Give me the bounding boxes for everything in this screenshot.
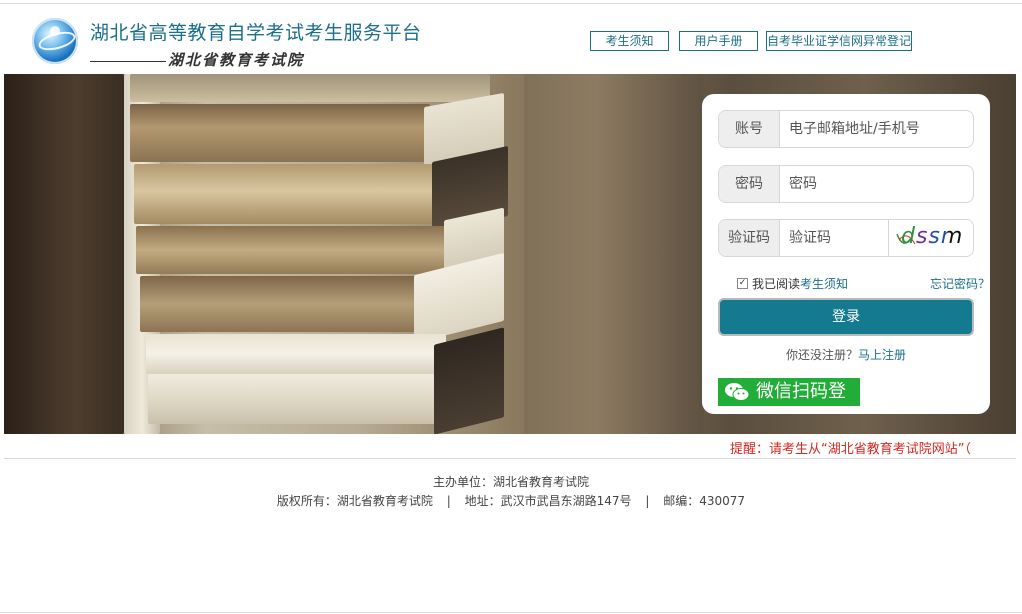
wechat-label: 微信扫码登	[756, 381, 846, 402]
register-row: 你还没注册？马上注册	[702, 346, 990, 363]
password-input[interactable]: 密码	[789, 166, 817, 202]
register-prompt: 你还没注册？	[785, 348, 858, 362]
subtitle-text: 湖北省教育考试院	[168, 51, 305, 69]
account-label: 账号	[719, 111, 780, 147]
footer-separator: |	[645, 494, 650, 508]
login-button[interactable]: 登录	[718, 298, 974, 336]
subtitle-dash	[90, 60, 128, 62]
site-subtitle: 湖北省教育考试院	[90, 49, 304, 70]
wechat-icon	[725, 383, 750, 401]
agree-checkbox[interactable]: ✓	[737, 278, 748, 289]
account-input[interactable]: 电子邮箱地址/手机号	[789, 111, 920, 147]
user-manual-link[interactable]: 用户手册	[679, 31, 758, 51]
footer-host: 主办单位：湖北省教育考试院	[432, 475, 589, 489]
footer-address: 地址：武汉市武昌东湖路147号	[464, 494, 632, 508]
captcha-text: dssm	[901, 224, 964, 249]
hero-banner: 账号 电子邮箱地址/手机号 密码 密码 验证码 验证码 dssm ✓ 我已阅读考生…	[4, 74, 1016, 434]
register-link[interactable]: 马上注册	[858, 348, 906, 362]
footer-separator: |	[446, 494, 451, 508]
footer-info: 版权所有：湖北省教育考试院 | 地址：武汉市武昌东湖路147号 | 邮编：430…	[0, 492, 1022, 509]
captcha-input[interactable]: 验证码	[789, 220, 831, 256]
captcha-label: 验证码	[719, 220, 780, 256]
password-field[interactable]: 密码 密码	[718, 165, 974, 203]
captcha-field[interactable]: 验证码 验证码 dssm	[718, 219, 974, 257]
forgot-password-link[interactable]: 忘记密码？	[930, 275, 990, 292]
agree-link[interactable]: 考生须知	[800, 277, 848, 291]
login-panel: 账号 电子邮箱地址/手机号 密码 密码 验证码 验证码 dssm ✓ 我已阅读考生…	[702, 94, 990, 414]
notice-text: 提醒：请考生从“湖北省教育考试院网站”（	[730, 442, 971, 457]
wechat-login-button[interactable]: 微信扫码登	[718, 378, 860, 406]
agree-checkbox-row[interactable]: ✓ 我已阅读考生须知	[737, 275, 848, 292]
account-field[interactable]: 账号 电子邮箱地址/手机号	[718, 110, 974, 148]
exam-notice-link[interactable]: 考生须知	[590, 31, 669, 51]
agree-prefix: 我已阅读	[752, 277, 801, 291]
logo	[32, 18, 78, 64]
logo-ring	[36, 28, 78, 54]
subtitle-dash	[128, 60, 166, 62]
password-label: 密码	[719, 166, 780, 202]
bottom-divider	[0, 612, 1022, 613]
footer-copyright: 版权所有：湖北省教育考试院	[276, 494, 433, 508]
footer-divider	[4, 458, 1016, 459]
site-title: 湖北省高等教育自学考试考生服务平台	[90, 22, 422, 44]
diploma-anomaly-link[interactable]: 自考毕业证学信网异常登记	[766, 31, 912, 51]
captcha-image[interactable]: dssm	[888, 220, 973, 256]
header: 湖北省高等教育自学考试考生服务平台 湖北省教育考试院 考生须知 用户手册 自考毕…	[0, 4, 1022, 74]
footer-postcode: 邮编：430077	[663, 494, 746, 508]
